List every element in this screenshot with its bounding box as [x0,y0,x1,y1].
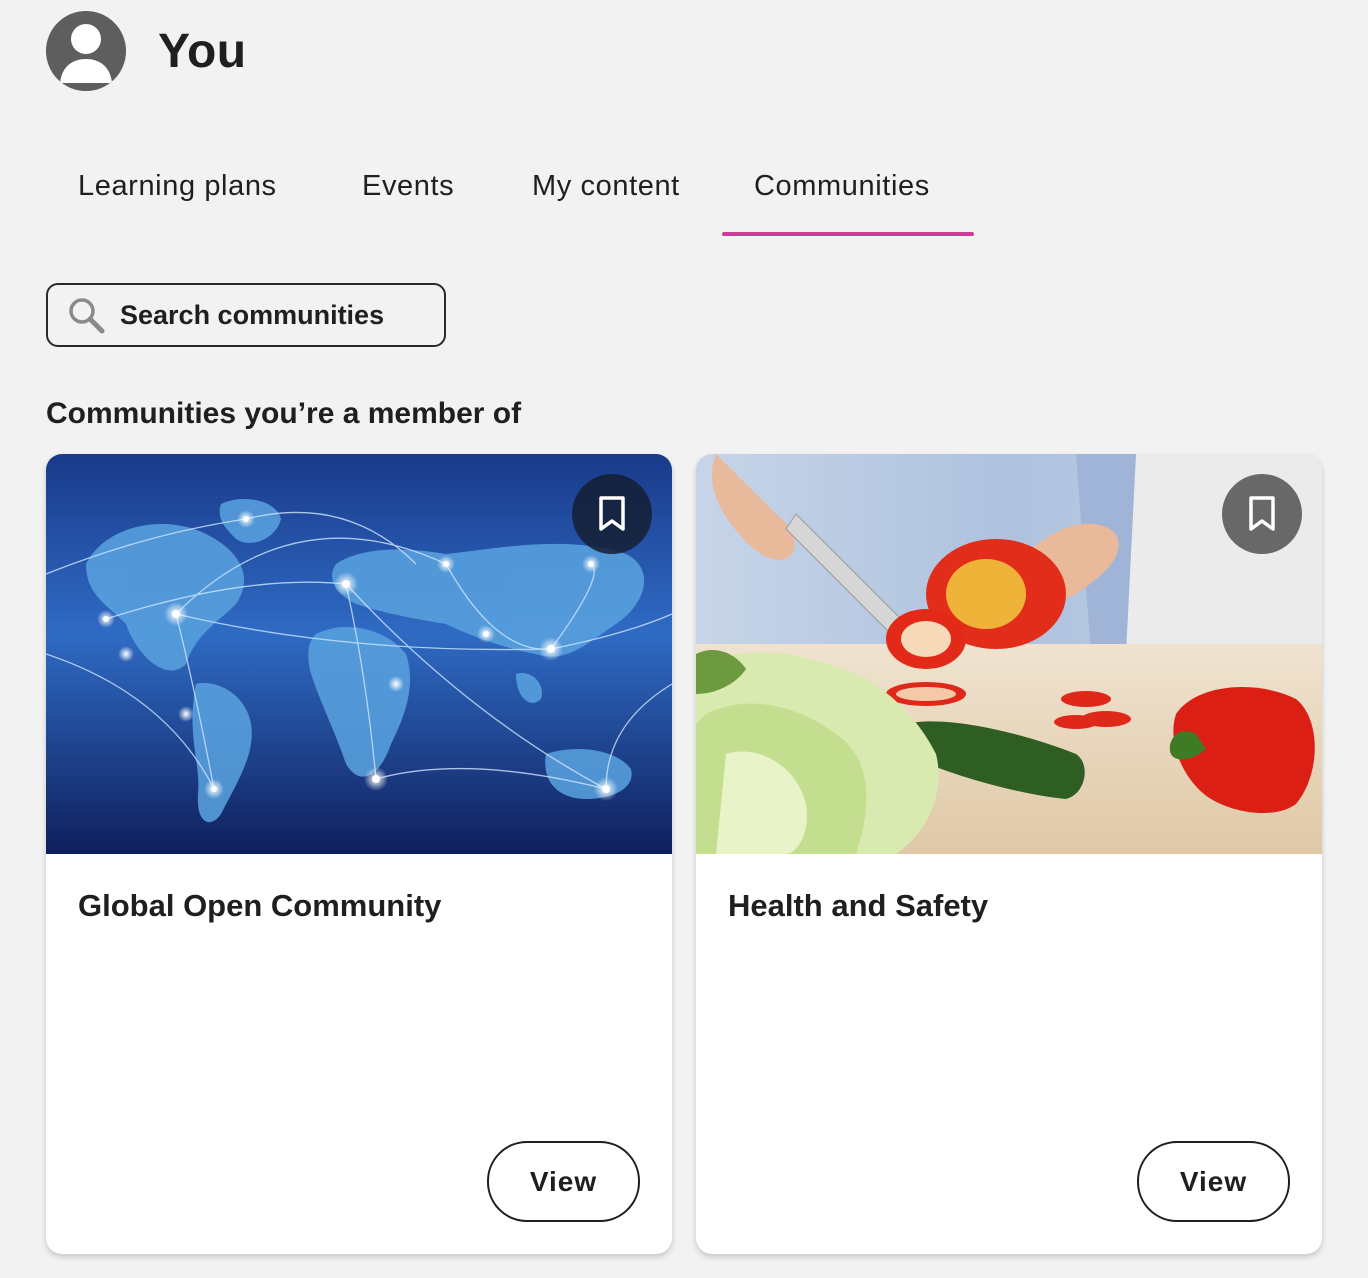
tab-label: Communities [754,170,930,202]
profile-name: You [158,24,247,78]
tab-label: Events [362,170,455,202]
community-card[interactable]: Global Open Community View [46,454,672,1254]
search-box[interactable] [46,283,446,347]
community-title: Health and Safety [728,888,989,923]
community-image-cutting-vegetables [696,454,1322,854]
profile-header: You [46,11,247,91]
community-title: Global Open Community [78,888,442,923]
user-avatar-icon [46,11,126,91]
bookmark-button[interactable] [572,474,652,554]
search-input[interactable] [120,299,420,331]
view-button[interactable]: View [487,1141,640,1222]
tab-events[interactable]: Events [330,150,500,236]
tab-my-content[interactable]: My content [500,150,722,236]
bookmark-button[interactable] [1222,474,1302,554]
section-title: Communities you’re a member of [46,397,522,430]
tab-learning-plans[interactable]: Learning plans [46,150,330,236]
bookmark-icon [599,496,625,531]
tab-label: My content [532,170,680,202]
bookmark-icon [1249,496,1275,531]
tab-label: Learning plans [78,170,277,202]
search-icon [69,298,105,334]
view-button[interactable]: View [1137,1141,1290,1222]
profile-tabs: Learning plans Events My content Communi… [46,150,974,236]
profile-page: You Learning plans Events My content Com… [0,0,1368,1278]
tab-communities[interactable]: Communities [722,150,974,236]
community-image-world-network [46,454,672,854]
community-card[interactable]: Health and Safety View [696,454,1322,1254]
